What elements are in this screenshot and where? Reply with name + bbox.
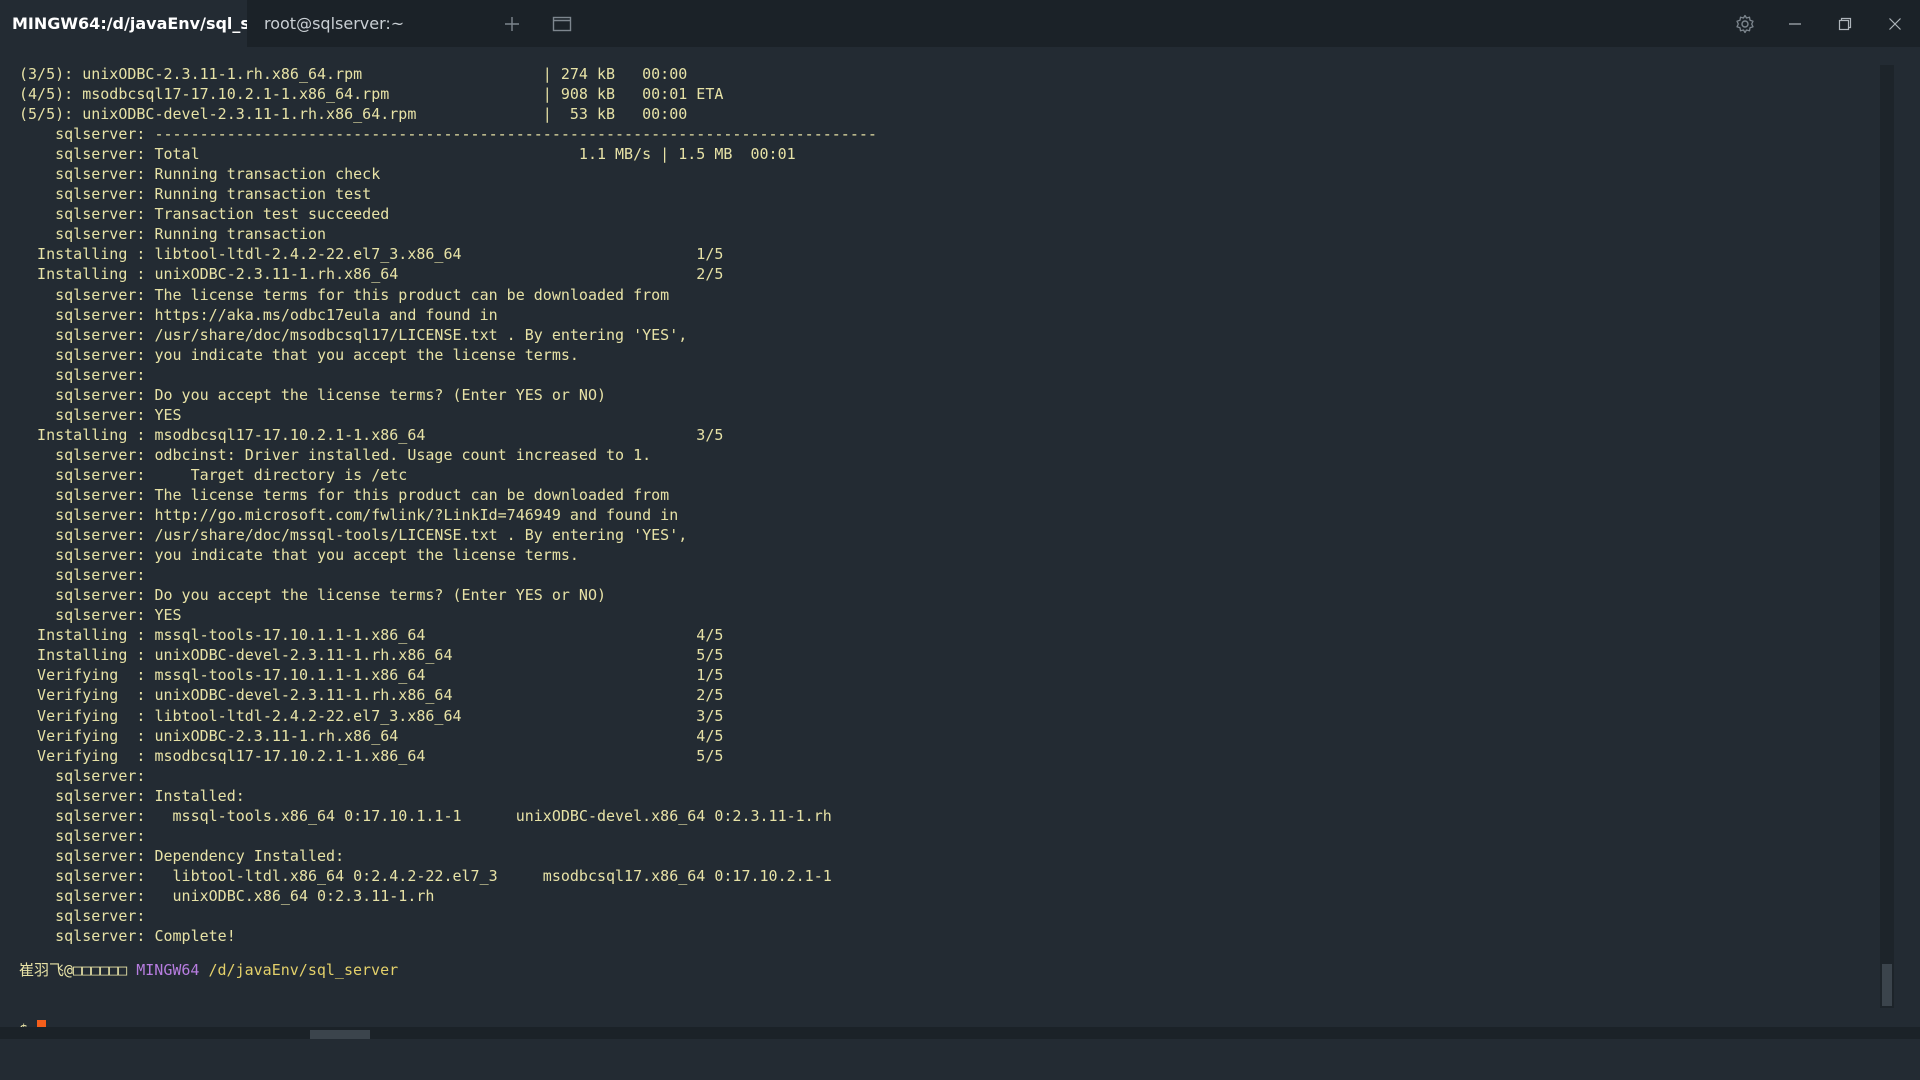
terminal-line: sqlserver: you indicate that you accept … xyxy=(19,345,579,364)
terminal-line: sqlserver: The license terms for this pr… xyxy=(19,285,670,304)
terminal-line: sqlserver: unixODBC.x86_64 0:2.3.11-1.rh xyxy=(19,886,435,905)
prompt-user: 崔羽飞@□□□□□□ xyxy=(19,961,128,979)
tab-label: MINGW64:/d/javaEnv/sql_se... xyxy=(12,14,247,33)
terminal-line: Verifying : libtool-ltdl-2.4.2-22.el7_3.… xyxy=(19,706,724,725)
tab-bar-spacer xyxy=(587,0,1720,47)
terminal-line: Installing : mssql-tools-17.10.1.1-1.x86… xyxy=(19,626,724,645)
terminal-line: sqlserver: http://go.microsoft.com/fwlin… xyxy=(19,506,679,525)
terminal-line: sqlserver: Running transaction check xyxy=(19,165,381,184)
terminal-output[interactable]: (3/5): unixODBC-2.3.11-1.rh.x86_64.rpm |… xyxy=(0,47,1880,1027)
prompt-line: 崔羽飞@□□□□□□ MINGW64 /d/javaEnv/sql_server xyxy=(19,960,398,980)
plus-icon xyxy=(505,16,519,31)
terminal-window: MINGW64:/d/javaEnv/sql_se... root@sqlser… xyxy=(0,0,1920,1039)
terminal-line: sqlserver: Installed: xyxy=(19,786,245,805)
terminal-line: (3/5): unixODBC-2.3.11-1.rh.x86_64.rpm |… xyxy=(19,65,688,83)
terminal-line: sqlserver: /usr/share/doc/msodbcsql17/LI… xyxy=(19,325,688,344)
minimize-icon xyxy=(1789,22,1801,25)
tab-overview-button[interactable] xyxy=(537,0,587,47)
terminal-line: sqlserver: Running transaction test xyxy=(19,185,372,204)
terminal-line: sqlserver: libtool-ltdl.x86_64 0:2.4.2-2… xyxy=(19,866,832,885)
terminal-line: sqlserver: Dependency Installed: xyxy=(19,846,345,865)
terminal-line: Verifying : unixODBC-2.3.11-1.rh.x86_64 … xyxy=(19,726,724,745)
terminal-line: sqlserver: https://aka.ms/odbc17eula and… xyxy=(19,305,498,324)
tab-label: root@sqlserver:~ xyxy=(264,14,405,33)
terminal-line: sqlserver: The license terms for this pr… xyxy=(19,485,670,504)
terminal-line: Installing : msodbcsql17-17.10.2.1-1.x86… xyxy=(19,425,724,444)
terminal-line: sqlserver: xyxy=(19,826,146,845)
prompt-path: /d/javaEnv/sql_server xyxy=(208,961,399,979)
horizontal-scrollbar[interactable] xyxy=(0,1027,1920,1039)
terminal-line: sqlserver: Do you accept the license ter… xyxy=(19,385,606,404)
terminal-line: Verifying : mssql-tools-17.10.1.1-1.x86_… xyxy=(19,666,724,685)
terminal-line: Installing : unixODBC-2.3.11-1.rh.x86_64… xyxy=(19,265,724,284)
terminal-line: Installing : unixODBC-devel-2.3.11-1.rh.… xyxy=(19,646,724,665)
terminal-line: Verifying : msodbcsql17-17.10.2.1-1.x86_… xyxy=(19,746,724,765)
gear-icon xyxy=(1736,14,1754,33)
restore-icon xyxy=(1838,17,1852,30)
terminal-line: sqlserver: Running transaction xyxy=(19,225,327,244)
restore-button[interactable] xyxy=(1820,0,1870,47)
tab-bar: MINGW64:/d/javaEnv/sql_se... root@sqlser… xyxy=(0,0,1920,47)
terminal-lines: (3/5): unixODBC-2.3.11-1.rh.x86_64.rpm |… xyxy=(19,64,877,946)
terminal-line: sqlserver: mssql-tools.x86_64 0:17.10.1.… xyxy=(19,806,832,825)
terminal-line: sqlserver: -----------------------------… xyxy=(19,125,877,144)
terminal-line: sqlserver: Target directory is /etc xyxy=(19,465,408,484)
terminal-line: sqlserver: xyxy=(19,365,146,384)
terminal-line: sqlserver: /usr/share/doc/mssql-tools/LI… xyxy=(19,526,688,545)
shell-prompt[interactable]: 崔羽飞@□□□□□□ MINGW64 /d/javaEnv/sql_server… xyxy=(19,920,398,1080)
terminal-line: sqlserver: odbcinst: Driver installed. U… xyxy=(19,445,652,464)
vertical-scrollbar-thumb[interactable] xyxy=(1882,964,1892,1006)
window-icon xyxy=(552,16,572,31)
terminal-line: (5/5): unixODBC-devel-2.3.11-1.rh.x86_64… xyxy=(19,105,688,124)
new-tab-button[interactable] xyxy=(487,0,537,47)
terminal-line: sqlserver: Transaction test succeeded xyxy=(19,205,390,224)
terminal-line: sqlserver: YES xyxy=(19,405,182,424)
terminal-line: sqlserver: you indicate that you accept … xyxy=(19,546,579,565)
tab-root-sqlserver[interactable]: root@sqlserver:~ xyxy=(247,0,487,47)
terminal-line: Installing : libtool-ltdl-2.4.2-22.el7_3… xyxy=(19,245,724,264)
terminal-line: sqlserver: Total 1.1 MB/s | 1.5 MB 00:01 xyxy=(19,145,796,164)
terminal-line: sqlserver: xyxy=(19,566,146,585)
terminal-line: sqlserver: xyxy=(19,766,146,785)
settings-button[interactable] xyxy=(1720,0,1770,47)
close-button[interactable] xyxy=(1870,0,1920,47)
close-icon xyxy=(1889,17,1901,30)
terminal-line: (4/5): msodbcsql17-17.10.2.1-1.x86_64.rp… xyxy=(19,85,724,104)
terminal-line: sqlserver: YES xyxy=(19,606,182,625)
vertical-scrollbar[interactable] xyxy=(1880,65,1894,1008)
horizontal-scrollbar-thumb[interactable] xyxy=(310,1030,370,1039)
terminal-line: Verifying : unixODBC-devel-2.3.11-1.rh.x… xyxy=(19,686,724,705)
terminal-line: sqlserver: Do you accept the license ter… xyxy=(19,586,606,605)
minimize-button[interactable] xyxy=(1770,0,1820,47)
prompt-host: MINGW64 xyxy=(136,961,200,979)
tab-mingw64[interactable]: MINGW64:/d/javaEnv/sql_se... xyxy=(0,0,247,47)
